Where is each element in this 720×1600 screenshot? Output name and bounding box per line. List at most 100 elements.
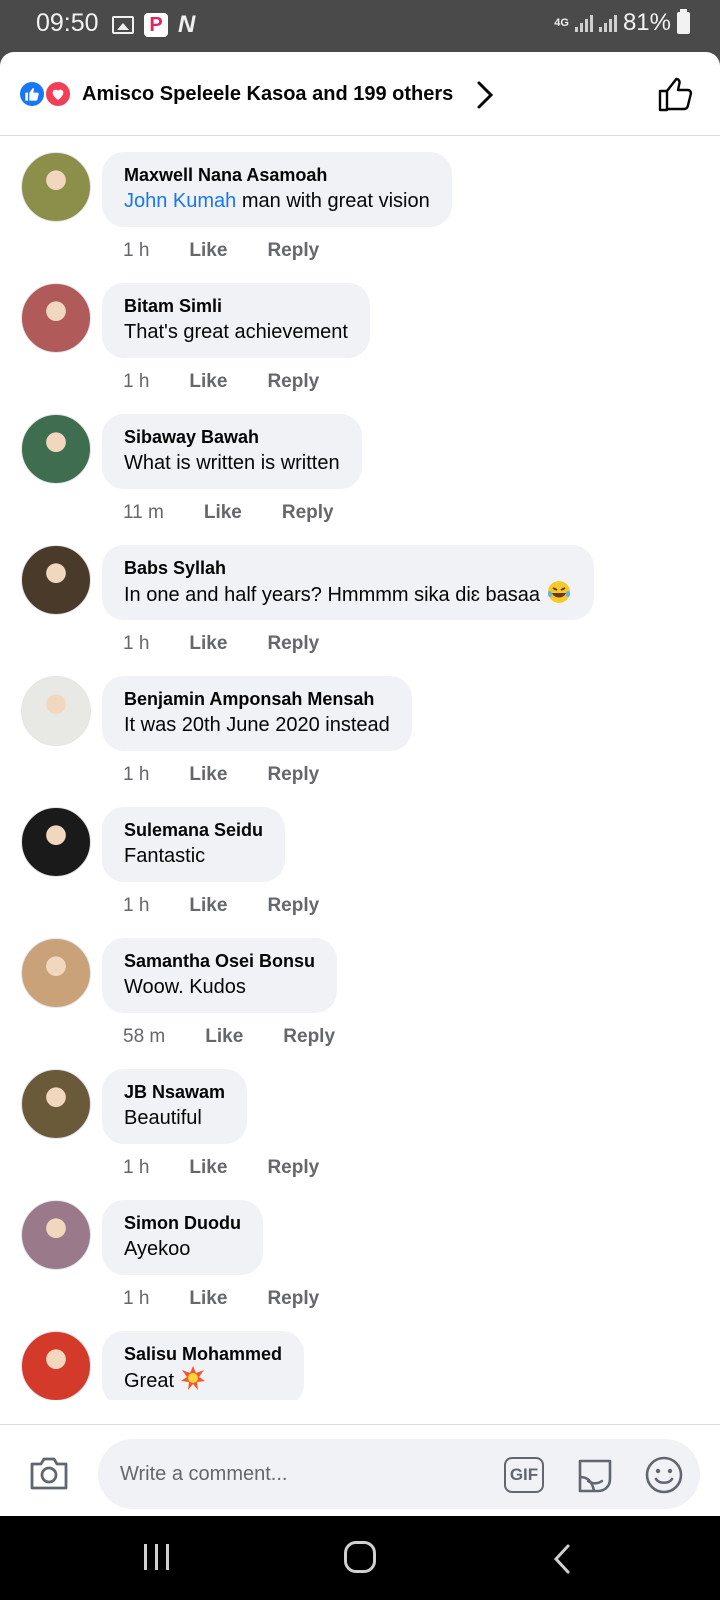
reply-button[interactable]: Reply: [283, 1026, 335, 1048]
reactors-text[interactable]: Amisco Speleele Kasoa and 199 others: [82, 83, 453, 106]
comment-timestamp: 1 h: [123, 764, 150, 785]
comment-item: Maxwell Nana Asamoah John Kumah man with …: [0, 136, 720, 267]
commenter-name[interactable]: Maxwell Nana Asamoah: [124, 164, 430, 186]
comment-item: Benjamin Amponsah Mensah It was 20th June…: [0, 660, 720, 791]
avatar[interactable]: [21, 676, 91, 746]
avatar[interactable]: [21, 152, 91, 222]
reply-button[interactable]: Reply: [282, 502, 334, 524]
comment-actions: 58 m Like Reply: [123, 1026, 375, 1048]
like-button[interactable]: Like: [189, 633, 227, 655]
commenter-name[interactable]: Babs Syllah: [124, 557, 572, 579]
comment-text: Ayekoo: [124, 1234, 241, 1264]
status-bar: 09:50 P N 4G 81%: [0, 0, 720, 52]
avatar[interactable]: [21, 1331, 91, 1400]
comment-timestamp: 58 m: [123, 1026, 166, 1047]
commenter-name[interactable]: Samantha Osei Bonsu: [124, 950, 315, 972]
sticker-icon[interactable]: [574, 1455, 616, 1495]
like-button[interactable]: Like: [205, 1026, 243, 1048]
recents-icon[interactable]: [144, 1544, 169, 1570]
comment-body: Woow. Kudos: [124, 976, 246, 998]
mention-link[interactable]: John Kumah: [124, 190, 236, 212]
commenter-name[interactable]: Salisu Mohammed: [124, 1343, 282, 1365]
comment-text: John Kumah man with great vision: [124, 186, 430, 216]
comment-bubble[interactable]: Salisu Mohammed Great: [102, 1331, 305, 1400]
comment-timestamp: 1 h: [123, 895, 150, 916]
comment-bubble[interactable]: Simon Duodu Ayekoo: [102, 1200, 263, 1275]
reply-button[interactable]: Reply: [267, 1157, 319, 1179]
home-icon[interactable]: [344, 1541, 376, 1573]
comment-bubble[interactable]: Maxwell Nana Asamoah John Kumah man with …: [102, 152, 452, 227]
battery-icon: [677, 9, 690, 34]
like-button[interactable]: Like: [189, 240, 227, 262]
comment-actions: 1 h Like Reply: [123, 1157, 359, 1179]
comment-timestamp: 1 h: [123, 371, 150, 392]
comment-bubble[interactable]: Sibaway Bawah What is written is written: [102, 414, 362, 489]
commenter-name[interactable]: Simon Duodu: [124, 1212, 241, 1234]
reactions-header[interactable]: Amisco Speleele Kasoa and 199 others: [0, 52, 720, 136]
comment-item: JB Nsawam Beautiful 1 h Like Reply: [0, 1053, 720, 1184]
reply-button[interactable]: Reply: [267, 240, 319, 262]
comment-bubble[interactable]: Benjamin Amponsah Mensah It was 20th June…: [102, 676, 412, 751]
comment-body: Great: [124, 1370, 180, 1392]
reply-button[interactable]: Reply: [267, 764, 319, 786]
gif-icon[interactable]: GIF: [504, 1457, 544, 1493]
commenter-name[interactable]: Bitam Simli: [124, 295, 348, 317]
comment-actions: 1 h Like Reply: [123, 633, 359, 655]
avatar[interactable]: [21, 807, 91, 877]
avatar[interactable]: [21, 283, 91, 353]
reaction-icons: [18, 80, 72, 108]
reply-button[interactable]: Reply: [267, 1288, 319, 1310]
like-button[interactable]: Like: [189, 895, 227, 917]
avatar[interactable]: [21, 414, 91, 484]
like-button[interactable]: Like: [189, 371, 227, 393]
comment-bubble[interactable]: Babs Syllah In one and half years? Hmmmm …: [102, 545, 594, 620]
avatar[interactable]: [21, 938, 91, 1008]
reply-button[interactable]: Reply: [267, 371, 319, 393]
thumbs-up-icon[interactable]: [656, 74, 696, 114]
avatar[interactable]: [21, 545, 91, 615]
reply-button[interactable]: Reply: [267, 895, 319, 917]
reply-button[interactable]: Reply: [267, 633, 319, 655]
like-button[interactable]: Like: [204, 502, 242, 524]
avatar[interactable]: [21, 1200, 91, 1270]
comment-item: Salisu Mohammed Great: [0, 1315, 720, 1400]
comment-item: Samantha Osei Bonsu Woow. Kudos 58 m Like Re…: [0, 922, 720, 1053]
comment-list[interactable]: Maxwell Nana Asamoah John Kumah man with …: [0, 136, 720, 1400]
comment-item: Bitam Simli That's great achievement 1 h Li…: [0, 267, 720, 398]
comment-text: It was 20th June 2020 instead: [124, 710, 390, 740]
system-icons: 4G 81%: [554, 9, 690, 37]
comment-actions: 11 m Like Reply: [123, 502, 374, 524]
comment-bubble[interactable]: JB Nsawam Beautiful: [102, 1069, 248, 1144]
chevron-right-icon[interactable]: [474, 80, 496, 110]
commenter-name[interactable]: JB Nsawam: [124, 1081, 225, 1103]
camera-icon[interactable]: [28, 1455, 70, 1491]
comment-bubble[interactable]: Sulemana Seidu Fantastic: [102, 807, 286, 882]
emoji-icon[interactable]: [644, 1455, 684, 1495]
comment-text: That's great achievement: [124, 317, 348, 347]
like-button[interactable]: Like: [189, 1288, 227, 1310]
commenter-name[interactable]: Sibaway Bawah: [124, 426, 340, 448]
back-icon[interactable]: [552, 1543, 572, 1575]
battery-percent: 81%: [622, 9, 671, 36]
commenter-name[interactable]: Benjamin Amponsah Mensah: [124, 688, 390, 710]
comment-item: Sibaway Bawah What is written is written 1…: [0, 398, 720, 529]
commenter-name[interactable]: Sulemana Seidu: [124, 819, 263, 841]
like-button[interactable]: Like: [189, 764, 227, 786]
comment-timestamp: 1 h: [123, 240, 150, 261]
comment-body: In one and half years? Hmmmm sika diɛ ba…: [124, 584, 541, 606]
comment-body: Fantastic: [124, 845, 206, 867]
comment-actions: 1 h Like Reply: [123, 371, 359, 393]
comment-timestamp: 1 h: [123, 1288, 150, 1309]
comment-bubble[interactable]: Bitam Simli That's great achievement: [102, 283, 370, 358]
comment-body: It was 20th June 2020 instead: [124, 714, 390, 736]
comment-bubble[interactable]: Samantha Osei Bonsu Woow. Kudos: [102, 938, 338, 1013]
love-reaction-icon: [44, 80, 72, 108]
explosion-emoji-icon: [180, 1366, 205, 1390]
comment-item: Babs Syllah In one and half years? Hmmmm …: [0, 529, 720, 660]
like-button[interactable]: Like: [189, 1157, 227, 1179]
like-reaction-icon: [18, 80, 46, 108]
comment-item: Simon Duodu Ayekoo 1 h Like Reply: [0, 1184, 720, 1315]
avatar[interactable]: [21, 1069, 91, 1139]
status-time: 09:50: [36, 9, 99, 37]
comment-text: Great: [124, 1365, 282, 1396]
